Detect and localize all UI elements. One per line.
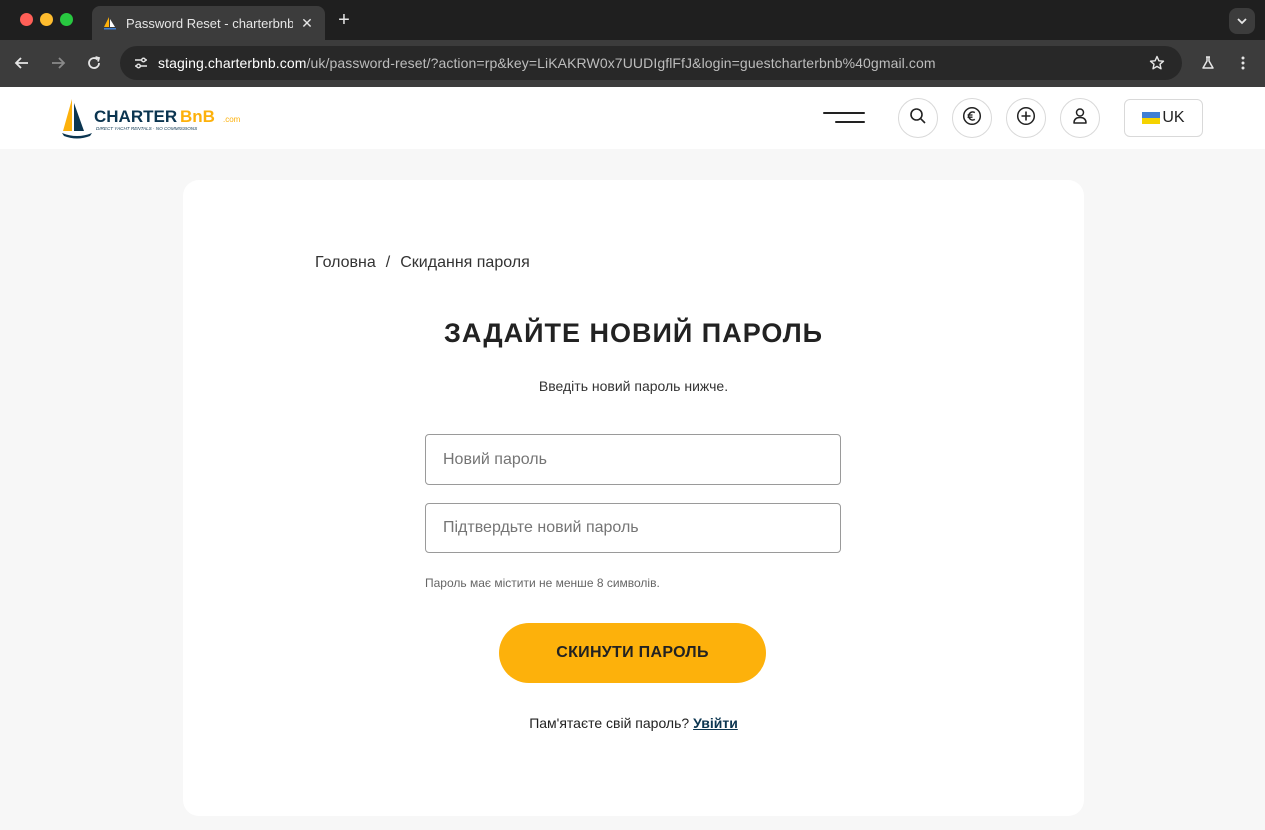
remember-prompt: Пам'ятаєте свій пароль? [529,715,690,731]
new-tab-icon[interactable]: + [334,10,354,30]
bookmark-star-icon[interactable] [1146,52,1168,74]
reset-password-button[interactable]: СКИНУТИ ПАРОЛЬ [499,623,766,683]
breadcrumb-home-link[interactable]: Головна [315,254,376,272]
page-viewport: CHARTER BnB .com DIRECT YACHT RENTALS · … [0,87,1265,830]
window-close-button[interactable] [20,13,33,26]
euro-icon [962,106,982,131]
remember-password-text: Пам'ятаєте свій пароль? Увійти [183,715,1084,731]
tab-search-chevron-icon[interactable] [1229,8,1255,34]
url-host: staging.charterbnb.com [158,55,307,71]
address-bar[interactable]: staging.charterbnb.com/uk/password-reset… [120,46,1182,80]
breadcrumb-separator: / [385,254,391,271]
browser-tab-bar: Password Reset - charterbnb ✕ + [0,0,1265,40]
language-selector[interactable]: UK [1124,99,1203,137]
add-listing-button[interactable] [1006,98,1046,138]
browser-toolbar: staging.charterbnb.com/uk/password-reset… [0,40,1265,87]
breadcrumb-current: Скидання пароля [400,254,530,271]
login-link[interactable]: Увійти [693,715,738,731]
logo-tagline: DIRECT YACHT RENTALS · NO COMMISSIONS [96,126,198,131]
password-hint: Пароль має містити не менше 8 символів. [425,576,660,590]
url-path: /uk/password-reset/?action=rp&key=LiKAKR… [306,55,936,71]
sailboat-favicon-icon [102,15,118,31]
tab-title: Password Reset - charterbnb [126,15,293,31]
search-icon [909,107,927,130]
ukraine-flag-icon [1142,112,1161,124]
charterbnb-logo[interactable]: CHARTER BnB .com DIRECT YACHT RENTALS · … [62,95,252,139]
password-reset-card: Головна / Скидання пароля ЗАДАЙТЕ НОВИЙ … [183,180,1084,816]
currency-button[interactable] [952,98,992,138]
breadcrumb: Головна / Скидання пароля [315,254,530,272]
confirm-password-input[interactable] [425,503,841,553]
logo-text-main: CHARTER [94,107,177,126]
account-button[interactable] [1060,98,1100,138]
plus-circle-icon [1016,106,1036,131]
logo-text-suffix: .com [223,115,241,124]
window-maximize-button[interactable] [60,13,73,26]
browser-tab[interactable]: Password Reset - charterbnb ✕ [92,6,325,40]
reload-icon[interactable] [83,52,105,74]
hamburger-menu-icon[interactable] [823,109,865,127]
window-minimize-button[interactable] [40,13,53,26]
page-title: ЗАДАЙТЕ НОВИЙ ПАРОЛЬ [443,318,824,348]
kebab-menu-icon[interactable] [1232,52,1254,74]
site-header: CHARTER BnB .com DIRECT YACHT RENTALS · … [0,87,1265,149]
back-arrow-icon[interactable] [11,52,33,74]
search-button[interactable] [898,98,938,138]
site-settings-icon[interactable] [130,52,152,74]
labs-flask-icon[interactable] [1197,52,1219,74]
page-subtitle: Введіть новий пароль нижче. [538,378,729,394]
forward-arrow-icon[interactable] [47,52,69,74]
logo-text-accent: BnB [180,107,215,126]
language-label: UK [1162,109,1185,126]
tab-close-icon[interactable]: ✕ [299,15,315,32]
user-icon [1071,107,1089,130]
url-text: staging.charterbnb.com/uk/password-reset… [158,55,936,71]
new-password-input[interactable] [425,434,841,485]
